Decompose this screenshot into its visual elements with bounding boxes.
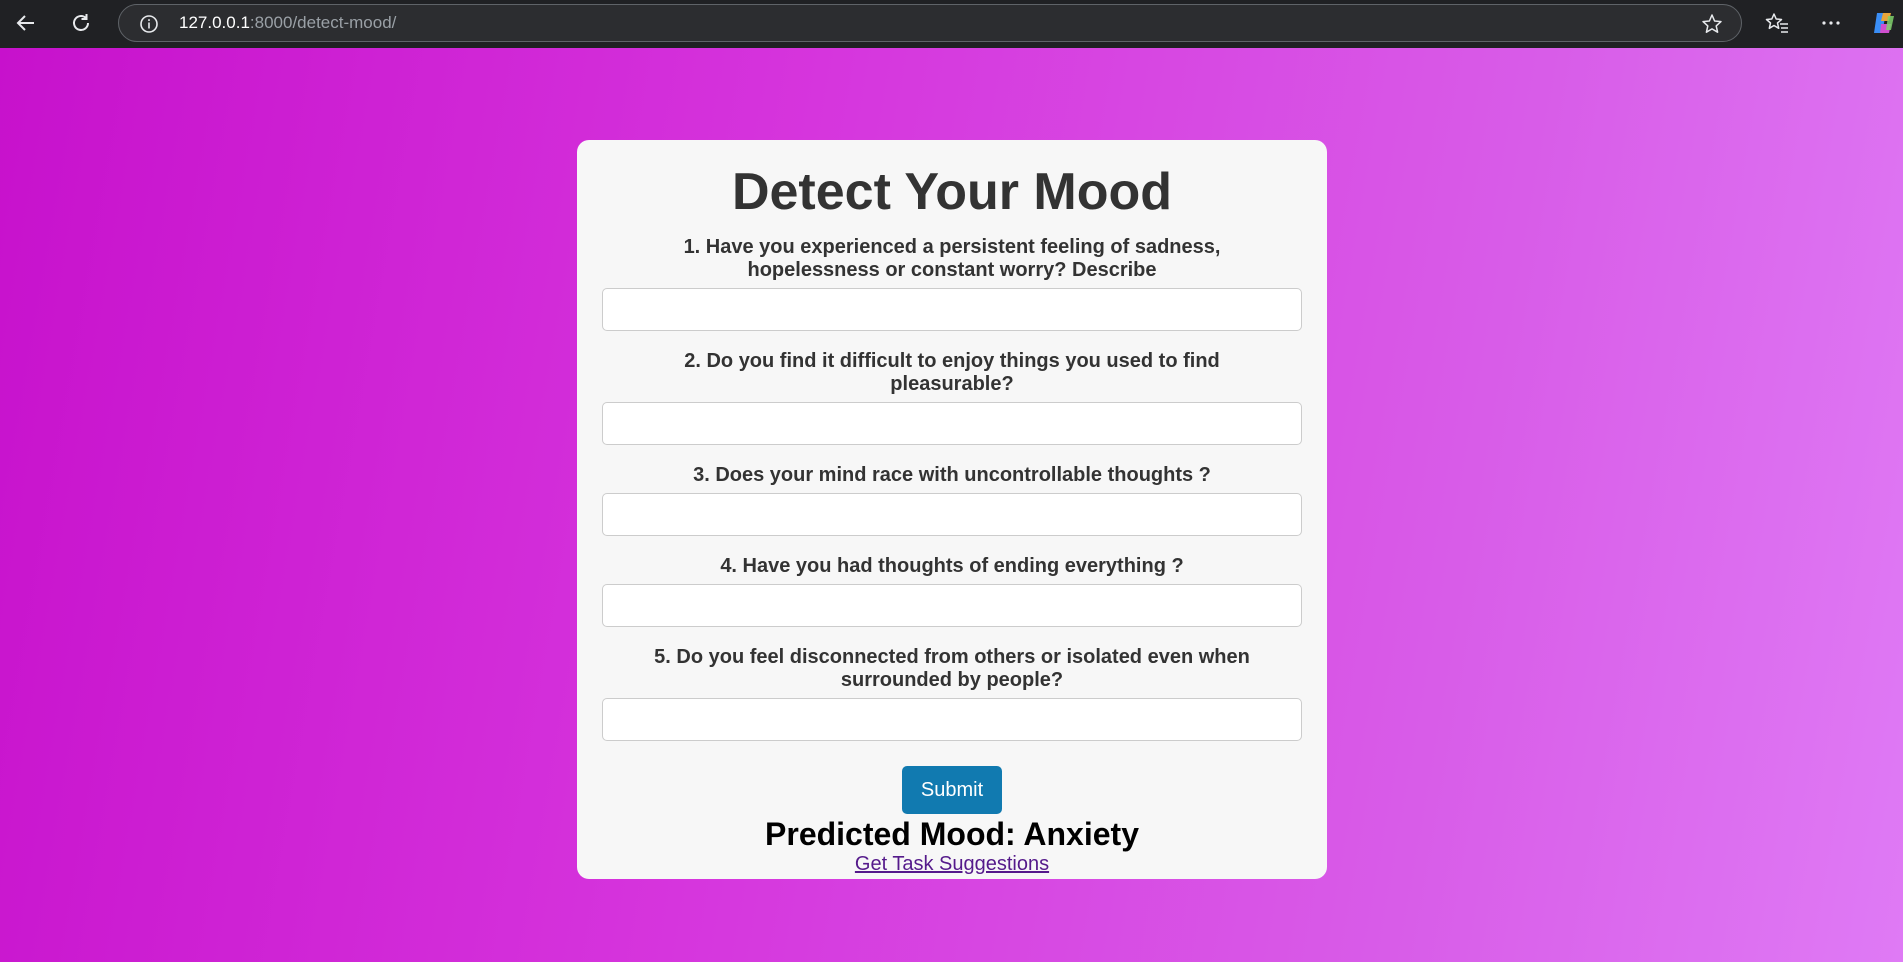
favorites-button[interactable] bbox=[1759, 8, 1795, 38]
bookmark-star-icon[interactable] bbox=[1701, 13, 1723, 40]
more-menu-button[interactable] bbox=[1813, 8, 1849, 38]
question-block-3: 3. Does your mind race with uncontrollab… bbox=[602, 464, 1302, 536]
question-block-1: 1. Have you experienced a persistent fee… bbox=[602, 236, 1302, 331]
more-dots-icon bbox=[1822, 21, 1840, 25]
reload-icon bbox=[73, 14, 89, 31]
task-suggestions-link[interactable]: Get Task Suggestions bbox=[855, 852, 1049, 876]
question-block-4: 4. Have you had thoughts of ending every… bbox=[602, 555, 1302, 627]
back-arrow-icon bbox=[16, 15, 34, 31]
predicted-mood-result: Predicted Mood: Anxiety bbox=[765, 816, 1139, 852]
question-label: 4. Have you had thoughts of ending every… bbox=[720, 555, 1184, 577]
back-button[interactable] bbox=[8, 8, 44, 38]
question-label: 2. Do you find it difficult to enjoy thi… bbox=[684, 350, 1220, 395]
page-viewport: Detect Your Mood 1. Have you experienced… bbox=[0, 48, 1903, 962]
answer-input-3[interactable] bbox=[602, 493, 1302, 536]
question-block-2: 2. Do you find it difficult to enjoy thi… bbox=[602, 350, 1302, 445]
answer-input-4[interactable] bbox=[602, 584, 1302, 627]
question-label: 3. Does your mind race with uncontrollab… bbox=[693, 464, 1211, 486]
answer-input-2[interactable] bbox=[602, 402, 1302, 445]
question-label: 1. Have you experienced a persistent fee… bbox=[683, 236, 1221, 281]
copilot-icon bbox=[1874, 13, 1894, 33]
site-info-icon[interactable] bbox=[139, 14, 159, 39]
question-label: 5. Do you feel disconnected from others … bbox=[654, 646, 1250, 691]
mood-form-card: Detect Your Mood 1. Have you experienced… bbox=[577, 140, 1327, 879]
favorites-icon bbox=[1765, 13, 1788, 33]
url-path: :8000/detect-mood/ bbox=[249, 13, 397, 32]
answer-input-1[interactable] bbox=[602, 288, 1302, 331]
page-title: Detect Your Mood bbox=[731, 163, 1173, 221]
answer-input-5[interactable] bbox=[602, 698, 1302, 741]
url-host: 127.0.0.1 bbox=[179, 13, 250, 32]
question-block-5: 5. Do you feel disconnected from others … bbox=[602, 646, 1302, 741]
submit-button[interactable]: Submit bbox=[902, 766, 1002, 814]
copilot-button[interactable] bbox=[1866, 8, 1902, 38]
browser-toolbar: 127.0.0.1:8000/detect-mood/ bbox=[0, 0, 1903, 45]
reload-button[interactable] bbox=[63, 8, 99, 38]
url-text: 127.0.0.1:8000/detect-mood/ bbox=[179, 13, 396, 33]
address-bar[interactable]: 127.0.0.1:8000/detect-mood/ bbox=[118, 4, 1742, 42]
